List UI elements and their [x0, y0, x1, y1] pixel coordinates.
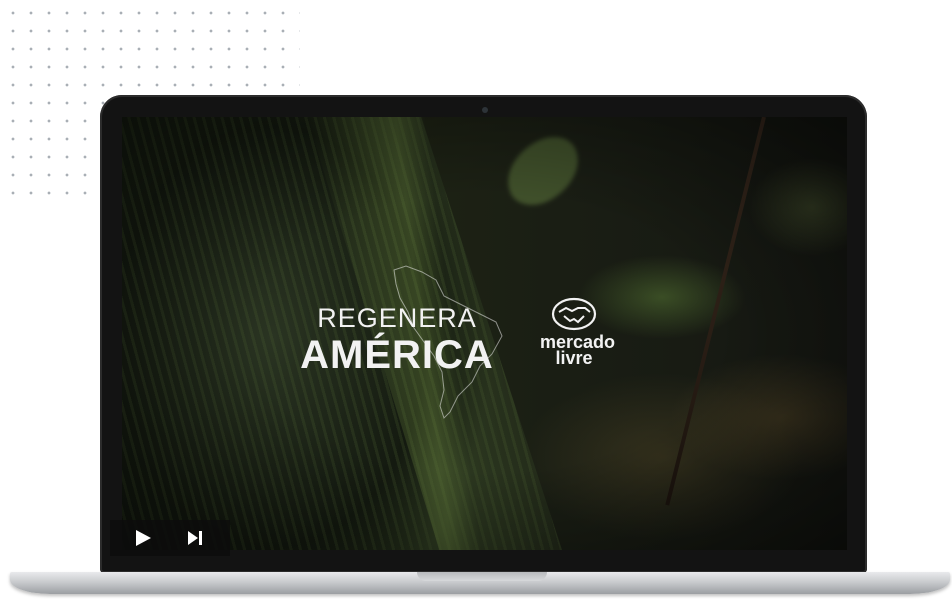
laptop-opening-notch: [417, 572, 547, 581]
play-button[interactable]: [132, 528, 154, 548]
mercado-livre-logo: mercado livre: [540, 297, 615, 368]
handshake-icon: [551, 297, 597, 331]
skip-next-icon: [188, 531, 202, 545]
skip-next-button[interactable]: [184, 528, 206, 548]
video-title-line1: REGENERA: [317, 303, 477, 333]
play-icon: [136, 530, 151, 546]
video-title: REGENERA AMÉRICA: [282, 303, 512, 377]
webcam: [482, 107, 488, 113]
video-controls-bar: [110, 520, 230, 556]
logo-text-line2: livre: [555, 348, 593, 368]
video-player[interactable]: REGENERA AMÉRICA mercado livre: [122, 117, 847, 550]
video-title-line2: AMÉRICA: [300, 333, 494, 377]
